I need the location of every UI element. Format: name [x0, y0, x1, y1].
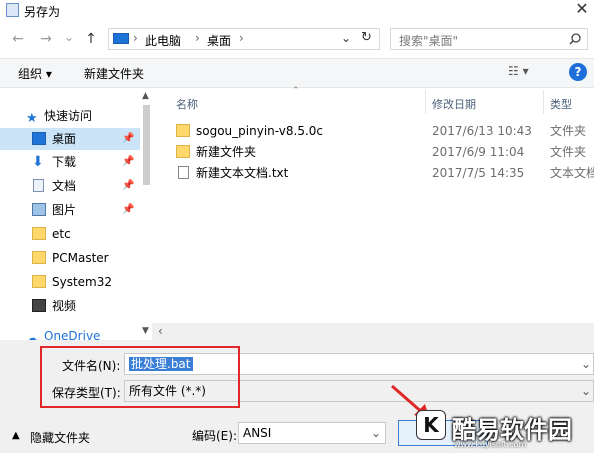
watermark-logo: K — [416, 410, 446, 440]
search-icon — [569, 33, 581, 45]
close-button[interactable]: ✕ — [570, 0, 594, 20]
column-divider[interactable] — [425, 90, 426, 114]
encoding-value: ANSI — [243, 426, 272, 440]
scroll-thumb[interactable] — [143, 105, 150, 185]
forward-button[interactable]: → — [36, 24, 56, 54]
pin-icon: 📌 — [122, 204, 135, 215]
scroll-down-icon[interactable]: ▼ — [142, 326, 149, 336]
search-placeholder: 搜索"桌面" — [399, 34, 459, 48]
help-button[interactable]: ? — [569, 63, 587, 81]
star-icon: ★ — [26, 111, 38, 126]
sidebar-item-etc[interactable]: etc — [0, 223, 140, 245]
refresh-icon[interactable]: ↻ — [361, 30, 372, 45]
scroll-left-icon[interactable]: ‹ — [158, 324, 163, 338]
window-title: 另存为 — [24, 5, 61, 19]
sidebar-item-label: 文档 — [52, 179, 77, 193]
picture-icon — [32, 203, 46, 216]
folder-icon — [32, 275, 46, 288]
sort-ascending-icon: ⌃ — [292, 86, 300, 96]
sidebar-item-label: System32 — [52, 275, 113, 289]
chevron-up-icon[interactable]: ▲ — [12, 430, 20, 441]
file-name: 新建文本文档.txt — [196, 166, 289, 180]
sidebar-item-label: OneDrive — [44, 329, 101, 341]
horizontal-scrollbar[interactable]: ‹ — [152, 323, 594, 340]
back-button[interactable]: ← — [8, 24, 28, 54]
sidebar-item-onedrive[interactable]: ☁ OneDrive — [0, 327, 140, 341]
title-bar — [0, 0, 594, 22]
sidebar-item-desktop[interactable]: 桌面 📌 — [0, 128, 140, 150]
video-icon — [32, 299, 46, 312]
encoding-select[interactable]: ANSI ⌄ — [238, 422, 386, 444]
cloud-icon: ☁ — [26, 331, 38, 341]
chevron-right-icon: › — [195, 31, 200, 45]
chevron-right-icon: › — [133, 31, 138, 45]
hide-folders-button[interactable]: 隐藏文件夹 — [30, 429, 90, 446]
breadcrumb-desktop[interactable]: 桌面 — [207, 32, 231, 49]
address-bar[interactable]: › 此电脑 › 桌面 › ⌄ ↻ — [108, 28, 380, 50]
folder-icon — [32, 251, 46, 264]
new-folder-button[interactable]: 新建文件夹 — [84, 65, 144, 82]
file-date: 2017/6/13 10:43 — [432, 124, 532, 138]
sidebar-item-pictures[interactable]: 图片 📌 — [0, 199, 140, 221]
pin-icon: 📌 — [122, 180, 135, 191]
file-name: 新建文件夹 — [196, 145, 257, 159]
sidebar-item-label: 桌面 — [52, 132, 77, 146]
sidebar-item-videos[interactable]: 视频 — [0, 295, 140, 317]
pin-icon: 📌 — [122, 133, 135, 144]
sidebar-item-pcmaster[interactable]: PCMaster — [0, 247, 140, 269]
sidebar-scrollbar[interactable]: ▲ ▼ — [140, 89, 152, 340]
sidebar-item-label: 快速访问 — [44, 109, 93, 123]
column-divider[interactable] — [543, 90, 544, 114]
sidebar-item-downloads[interactable]: ⬇ 下载 📌 — [0, 151, 140, 173]
text-file-icon — [178, 166, 189, 179]
sidebar-item-documents[interactable]: 文档 📌 — [0, 175, 140, 197]
sidebar-item-label: PCMaster — [52, 251, 109, 265]
folder-icon — [176, 145, 190, 158]
recent-locations-button[interactable]: ⌄ — [62, 22, 76, 52]
navigation-pane: ★ 快速访问 桌面 📌 ⬇ 下载 📌 文档 📌 图片 📌 etc PCMaste… — [0, 89, 152, 341]
view-options-button[interactable]: ☷ ▾ — [508, 64, 529, 78]
sidebar-item-label: 下载 — [52, 155, 77, 169]
sidebar-item-label: 图片 — [52, 203, 77, 217]
sidebar-item-label: 视频 — [52, 299, 77, 313]
sidebar-item-label: etc — [52, 227, 71, 241]
pin-icon: 📌 — [122, 156, 135, 167]
breadcrumb-this-pc[interactable]: 此电脑 — [145, 32, 181, 49]
desktop-icon — [32, 132, 46, 145]
encoding-label: 编码(E): — [192, 429, 237, 443]
column-modified[interactable]: 修改日期 — [432, 96, 476, 112]
file-type: 文件夹 — [550, 124, 587, 138]
document-icon — [33, 179, 44, 192]
file-row[interactable]: sogou_pinyin-v8.5.0c 2017/6/13 10:43 文件夹 — [168, 121, 594, 141]
search-input[interactable]: 搜索"桌面" — [390, 28, 588, 50]
file-type: 文件夹 — [550, 145, 587, 159]
highlight-box — [40, 346, 240, 408]
chevron-down-icon[interactable]: ⌄ — [581, 381, 591, 401]
chevron-right-icon: › — [239, 31, 244, 45]
file-type: 文本文档 — [550, 166, 594, 180]
file-name: sogou_pinyin-v8.5.0c — [196, 124, 323, 138]
address-dropdown-icon[interactable]: ⌄ — [341, 31, 351, 45]
computer-icon — [113, 33, 129, 44]
chevron-down-icon[interactable]: ⌄ — [371, 423, 381, 443]
file-date: 2017/7/5 14:35 — [432, 166, 525, 180]
folder-icon — [176, 124, 190, 137]
organize-button[interactable]: 组织 ▾ — [18, 65, 52, 82]
watermark-url: www.kuyisoft.com — [454, 440, 527, 449]
column-name[interactable]: 名称 — [176, 96, 198, 112]
sidebar-item-quick-access[interactable]: ★ 快速访问 — [0, 105, 140, 127]
folder-icon — [32, 227, 46, 240]
sidebar-item-system32[interactable]: System32 — [0, 271, 140, 293]
app-icon — [6, 3, 19, 17]
file-row[interactable]: 新建文本文档.txt 2017/7/5 14:35 文本文档 — [168, 163, 594, 183]
scroll-up-icon[interactable]: ▲ — [142, 91, 149, 101]
column-type[interactable]: 类型 — [550, 96, 572, 112]
file-date: 2017/6/9 11:04 — [432, 145, 525, 159]
download-icon: ⬇ — [32, 154, 44, 170]
up-button[interactable]: ↑ — [82, 24, 100, 54]
chevron-down-icon[interactable]: ⌄ — [581, 354, 591, 374]
file-row[interactable]: 新建文件夹 2017/6/9 11:04 文件夹 — [168, 142, 594, 162]
